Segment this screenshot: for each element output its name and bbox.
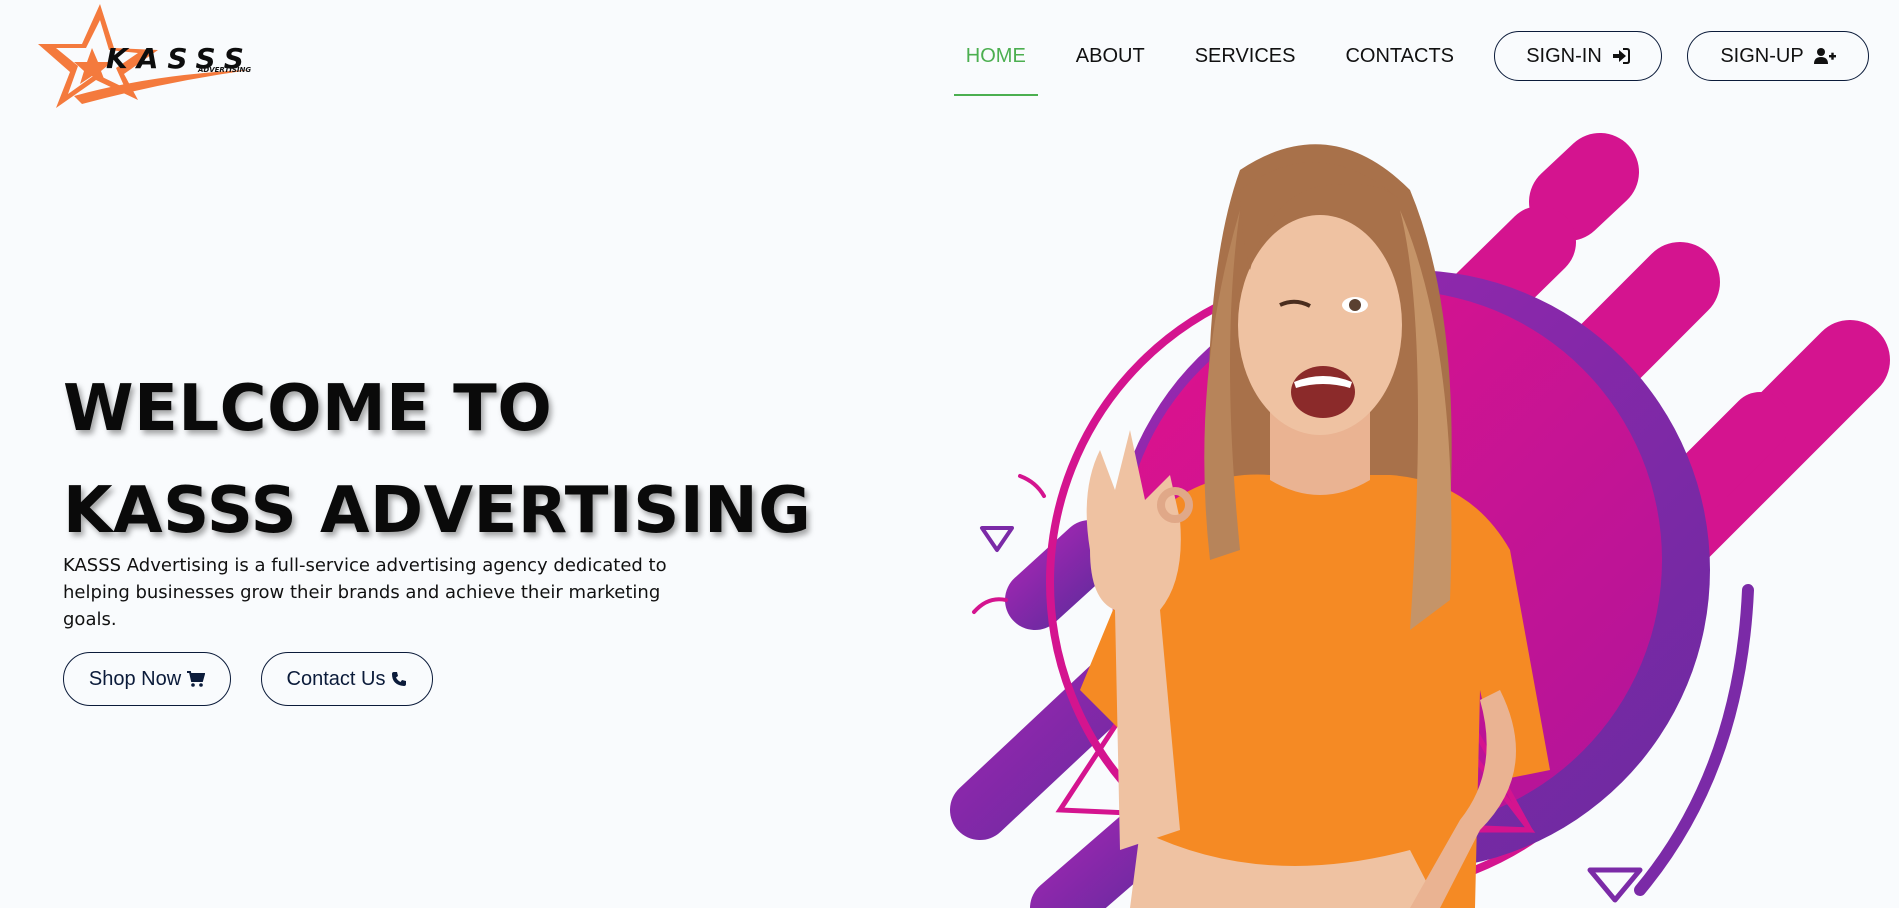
- nav-home[interactable]: HOME: [953, 30, 1038, 96]
- hero-illustration: [940, 130, 1899, 908]
- hero-buttons: Shop Now Contact Us: [63, 652, 433, 706]
- shop-now-label: Shop Now: [88, 667, 182, 690]
- hero-title-line-2: KASSS ADVERTISING: [63, 474, 812, 548]
- user-plus-icon: [1813, 48, 1836, 64]
- shopping-cart-icon: [187, 671, 206, 687]
- brand-tagline: ADVERTISING: [198, 66, 252, 74]
- sign-in-label: SIGN-IN: [1526, 44, 1602, 67]
- nav-services[interactable]: SERVICES: [1195, 30, 1296, 82]
- nav-contacts[interactable]: CONTACTS: [1345, 30, 1454, 82]
- phone-icon: [392, 672, 407, 686]
- nav-about[interactable]: ABOUT: [1076, 30, 1145, 82]
- shop-now-button[interactable]: Shop Now: [63, 652, 231, 706]
- brand-logo[interactable]: KASSS ADVERTISING: [34, 0, 254, 112]
- hero-description: KASSS Advertising is a full-service adve…: [63, 555, 667, 630]
- hero-title: WELCOME TO KASSS ADVERTISING: [63, 358, 811, 562]
- sign-in-icon: [1612, 48, 1630, 64]
- hero-title-line-1: WELCOME TO: [63, 372, 553, 446]
- sign-up-label: SIGN-UP: [1720, 44, 1804, 67]
- hero-image: [950, 133, 1890, 908]
- contact-us-label: Contact Us: [286, 667, 386, 690]
- contact-us-button[interactable]: Contact Us: [261, 652, 433, 706]
- sign-in-button[interactable]: SIGN-IN: [1494, 31, 1662, 81]
- sign-up-button[interactable]: SIGN-UP: [1687, 31, 1869, 81]
- main-navigation: HOME ABOUT SERVICES CONTACTS SIGN-IN SIG…: [953, 30, 1869, 96]
